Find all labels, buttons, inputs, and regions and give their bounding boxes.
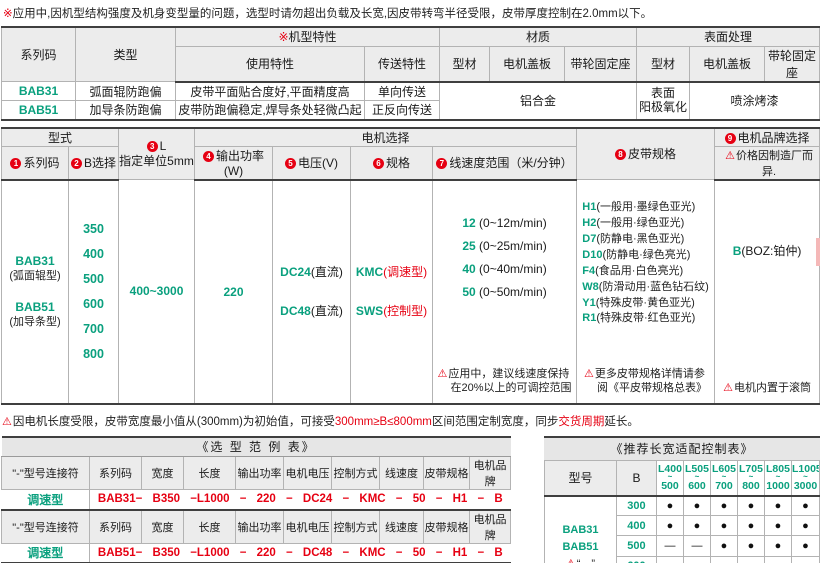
line-speed-cell: 12 (0~12m/min) 25 (0~25m/min) 40 (0~40m/… [433, 180, 577, 404]
circled-3-icon: 3 [147, 141, 158, 152]
circled-2-icon: 2 [71, 158, 82, 169]
recommend-row: BAB31 BAB51 ⚠“—” 定制尺寸 300 ● ● ● ● ● ● [544, 496, 819, 516]
col-model: 型号 [544, 460, 616, 496]
brand-price-note: ⚠价格因制造厂而异. [715, 146, 820, 180]
col-use-feature: 使用特性 [176, 46, 365, 82]
circled-6-icon: 6 [373, 158, 384, 169]
material-value: 铝合金 [440, 82, 637, 120]
spec-cell: KMC(调速型) SWS(控制型) [351, 180, 433, 404]
recommend-size-table: 《推荐长宽适配控制表》 型号 B L400~500 L505~600 L605~… [544, 436, 820, 563]
reference-mark-icon: ※ [3, 8, 13, 20]
warning-icon: ⚠ [725, 150, 735, 162]
warning-icon: ⚠ [438, 368, 448, 380]
model-string: BAB31− B350 −L1000 − 220 − DC24 − KMC − … [90, 490, 511, 510]
recommend-header-row: 型号 B L400~500 L505~600 L605~700 L705~800… [544, 460, 819, 496]
surface-profile-value: 表面 阳极氧化 [637, 82, 690, 120]
use-feature-value: 皮带防跑偏稳定,焊导条处轻微凸起 [176, 101, 365, 120]
selection-example-table: 《选 型 范 例 表》 "-"型号连接符系列码 宽度长度 输出功率电机电压 控制… [1, 436, 511, 563]
use-feature-value: 皮带平面贴合度好,平面精度高 [176, 82, 365, 101]
motor-brand-cell: B(BOZ:铂仲) ⚠电机内置于滚筒 [715, 180, 820, 404]
col-output-power: 4输出功率(W) [195, 146, 273, 180]
belt-width-note: ⚠因电机长度受限，皮带宽度最小值从(300mm)为初始值，可接受300mm≥B≤… [2, 413, 820, 429]
top-note-text: 应用中,因机型结构强度及机身变型量的问题，选型时请勿超出负载及长宽,因皮带转弯半… [13, 8, 653, 20]
col-line-speed: 7线速度范围（米/分钟） [433, 146, 577, 180]
circled-4-icon: 4 [203, 151, 214, 162]
col-series-code: 系列码 [2, 27, 76, 82]
col-profile: 型材 [440, 46, 490, 82]
group-model-format: 型式 [2, 128, 119, 147]
model-label-cell: BAB31 BAB51 ⚠“—” 定制尺寸 [544, 496, 616, 563]
series-bab51: BAB51 [2, 300, 68, 316]
b-options-cell: 350 400 500 600 700 800 [69, 180, 119, 404]
example-row-speed1: 调速型 BAB31− B350 −L1000 − 220 − DC24 − KM… [2, 490, 511, 510]
type-value: 加导条防跑偏 [76, 101, 176, 120]
model-string: BAB51− B350 −L1000 − 220 − DC48 − KMC − … [90, 543, 511, 563]
circled-5-icon: 5 [285, 158, 296, 169]
col-series-code: 1系列码 [2, 146, 69, 180]
col-voltage: 5电压(V) [273, 146, 351, 180]
type-value: 弧面辊防跑偏 [76, 82, 176, 101]
circled-8-icon: 8 [615, 149, 626, 160]
col-motor-cover: 电机盖板 [690, 46, 765, 82]
recommend-table-title: 《推荐长宽适配控制表》 [544, 437, 819, 461]
reference-mark-icon: ※ [278, 30, 288, 44]
col-motor-cover: 电机盖板 [490, 46, 565, 82]
surface-paint-value: 喷涂烤漆 [690, 82, 820, 120]
col-spec: 6规格 [351, 146, 433, 180]
series-code-bab51: BAB51 [2, 101, 76, 120]
length-range-cell: 400~3000 [119, 180, 195, 404]
group-machine-features: ※机型特性 [176, 27, 440, 46]
warning-icon: ⚠ [566, 558, 576, 563]
circled-7-icon: 7 [436, 158, 447, 169]
warning-icon: ⚠ [584, 368, 594, 380]
col-length: 3L 指定单位5mm [119, 128, 195, 180]
belt-spec-note: ⚠更多皮带规格详情请参 阅《平皮带规格总表》 [584, 367, 707, 403]
belt-spec-cell: H1(一般用·墨绿色亚光) H2(一般用·绿色亚光) D7(防静电·黑色亚光) … [577, 180, 715, 404]
page-edge-marker [816, 238, 820, 266]
group-surface-finish: 表面处理 [637, 27, 820, 46]
series-spec-table: 系列码 类型 ※机型特性 材质 表面处理 使用特性 传送特性 型材 电机盖板 带… [1, 26, 820, 121]
example-table-title: 《选 型 范 例 表》 [2, 437, 511, 457]
col-profile: 型材 [637, 46, 690, 82]
col-b: B [616, 460, 656, 496]
series-options-cell: BAB31 (弧面辊型) BAB51 (加导条型) [2, 180, 69, 404]
table-row: BAB31 弧面辊防跑偏 皮带平面贴合度好,平面精度高 单向传送 铝合金 表面 … [2, 82, 820, 101]
series-bab31: BAB31 [2, 254, 68, 270]
catalog-spec-page: ※应用中,因机型结构强度及机身变型量的问题，选型时请勿超出负载及长宽,因皮带转弯… [0, 0, 820, 563]
line-speed-note: ⚠应用中，建议线速度保持 在20%以上的可调控范围 [438, 367, 572, 403]
warning-icon: ⚠ [723, 382, 733, 394]
voltage-cell: DC24(直流) DC48(直流) [273, 180, 351, 404]
col-motor-brand: 9电机品牌选择 [715, 128, 820, 147]
bottom-tables: 《选 型 范 例 表》 "-"型号连接符系列码 宽度长度 输出功率电机电压 控制… [1, 436, 820, 563]
transfer-feature-value: 单向传送 [365, 82, 440, 101]
col-pulley-seat: 带轮固定座 [765, 46, 820, 82]
example-header-row: "-"型号连接符系列码 宽度长度 输出功率电机电压 控制方式线速度 皮带规格电机… [2, 457, 511, 490]
transfer-feature-value: 正反向传送 [365, 101, 440, 120]
col-belt-spec: 8皮带规格 [577, 128, 715, 180]
example-header-row: "-"型号连接符系列码 宽度长度 输出功率电机电压 控制方式线速度 皮带规格电机… [2, 510, 511, 544]
top-usage-note: ※应用中,因机型结构强度及机身变型量的问题，选型时请勿超出负载及长宽,因皮带转弯… [0, 0, 820, 24]
series-code-bab31: BAB31 [2, 82, 76, 101]
power-cell: 220 [195, 180, 273, 404]
ordering-table: 型式 3L 指定单位5mm 电机选择 8皮带规格 9电机品牌选择 1系列码 2B… [1, 127, 820, 405]
motor-brand-note: ⚠电机内置于滚筒 [723, 381, 811, 402]
col-type: 类型 [76, 27, 176, 82]
group-motor-selection: 电机选择 [195, 128, 577, 147]
col-transfer-feature: 传送特性 [365, 46, 440, 82]
col-pulley-seat: 带轮固定座 [565, 46, 637, 82]
circled-9-icon: 9 [725, 133, 736, 144]
group-material: 材质 [440, 27, 637, 46]
circled-1-icon: 1 [10, 158, 21, 169]
warning-icon: ⚠ [2, 416, 12, 428]
col-b-select: 2B选择 [69, 146, 119, 180]
example-row-speed2: 调速型 BAB51− B350 −L1000 − 220 − DC48 − KM… [2, 543, 511, 563]
